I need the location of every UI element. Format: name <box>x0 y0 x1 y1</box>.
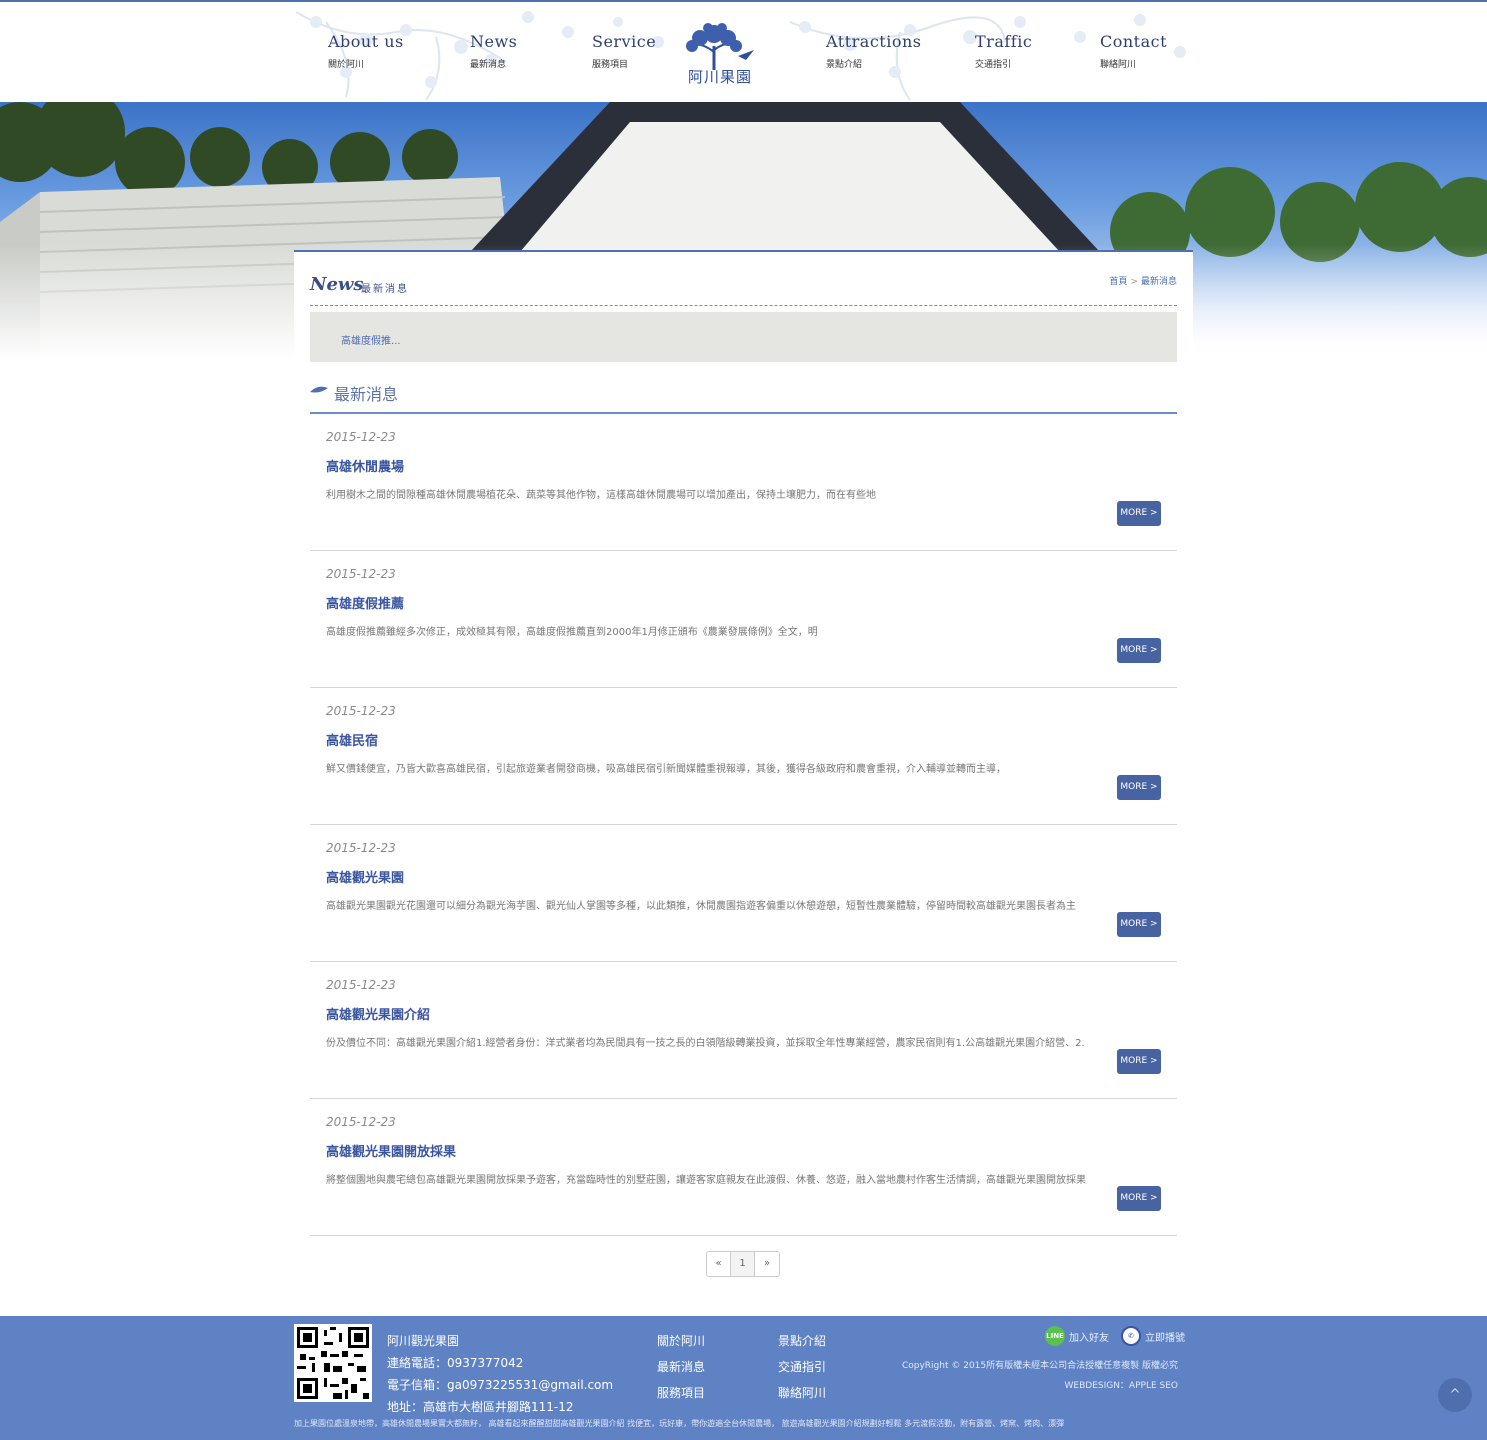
line-add-friend-link[interactable]: 加入好友 <box>1069 1329 1109 1344</box>
nav-about-en: About us <box>328 32 404 51</box>
news-date: 2015-12-23 <box>326 1115 396 1129</box>
contact-info: 阿川觀光果園 連絡電話：0937377042 電子信箱：ga0973225531… <box>387 1330 613 1418</box>
footer-link-news[interactable]: 最新消息 <box>657 1354 705 1380</box>
nav-news-zh: 最新消息 <box>470 60 507 70</box>
copyright: CopyRight © 2015所有版權未經本公司合法授權任意複製 版權必究 W… <box>902 1356 1178 1396</box>
page-title-zh: 最新消息 <box>361 284 409 295</box>
more-button[interactable]: MORE > <box>1117 638 1161 663</box>
news-description: 份及價位不同：高雄觀光果園介紹1.經營者身份：洋式業者均為民間具有一技之長的白領… <box>326 1038 1085 1049</box>
qr-code-icon <box>297 1327 369 1399</box>
footer-link-contact[interactable]: 聯絡阿川 <box>778 1380 826 1406</box>
breadcrumb-home[interactable]: 首頁 <box>1109 277 1127 287</box>
nav-service[interactable]: Service 服務項目 <box>592 32 656 70</box>
pagination: « 1 » <box>706 1251 780 1277</box>
news-item: 2015-12-23 高雄民宿 鮮又價錢便宜，乃皆大歡喜高雄民宿，引起旅遊業者開… <box>310 688 1177 825</box>
nav-contact-en: Contact <box>1100 32 1168 51</box>
footer-links-col1: 關於阿川 最新消息 服務項目 <box>657 1328 705 1406</box>
nav-service-zh: 服務項目 <box>592 60 629 70</box>
news-date: 2015-12-23 <box>326 430 396 444</box>
news-date: 2015-12-23 <box>326 841 396 855</box>
nav-service-en: Service <box>592 32 657 51</box>
breadcrumb-current: 最新消息 <box>1140 277 1177 287</box>
section-title: 最新消息 <box>334 385 399 404</box>
site-footer: 阿川觀光果園 連絡電話：0937377042 電子信箱：ga0973225531… <box>0 1316 1487 1440</box>
line-icon[interactable]: LINE <box>1045 1326 1065 1346</box>
email-text: 電子信箱：ga0973225531@gmail.com <box>387 1378 614 1392</box>
more-button[interactable]: MORE > <box>1117 912 1161 937</box>
call-now-link[interactable]: 立即播號 <box>1145 1329 1185 1344</box>
nav-traffic-zh: 交通指引 <box>975 60 1012 70</box>
nav-news-en: News <box>470 32 518 51</box>
page-title-row: News 最新消息 首頁 > 最新消息 <box>310 274 1177 306</box>
news-item: 2015-12-23 高雄度假推薦 高雄度假推薦雖經多次修正，成效極其有限，高雄… <box>310 551 1177 688</box>
news-item: 2015-12-23 高雄休閒農場 利用樹木之間的間隙種高雄休閒農場植花朵、蔬菜… <box>310 414 1177 551</box>
news-description: 利用樹木之間的間隙種高雄休閒農場植花朵、蔬菜等其他作物，這樣高雄休閒農場可以增加… <box>326 490 876 501</box>
nav-contact[interactable]: Contact 聯絡阿川 <box>1100 32 1167 70</box>
news-date: 2015-12-23 <box>326 978 396 992</box>
footer-link-attractions[interactable]: 景點介紹 <box>778 1328 826 1354</box>
pagination-page-1[interactable]: 1 <box>731 1252 755 1276</box>
news-date: 2015-12-23 <box>326 704 396 718</box>
webdesign-credit[interactable]: WEBDESIGN：APPLE SEO <box>902 1376 1178 1396</box>
news-title[interactable]: 高雄觀光果園開放採果 <box>326 1141 456 1160</box>
copyright-text: CopyRight © 2015所有版權未經本公司合法授權任意複製 版權必究 <box>901 1361 1178 1371</box>
footer-link-about[interactable]: 關於阿川 <box>657 1328 705 1354</box>
breadcrumb-separator: > <box>1130 277 1138 287</box>
site-logo[interactable]: 阿川果園 <box>668 22 760 92</box>
news-title[interactable]: 高雄民宿 <box>326 730 378 749</box>
nav-attractions-en: Attractions <box>826 32 922 51</box>
more-button[interactable]: MORE > <box>1117 501 1161 526</box>
nav-about-zh: 關於阿川 <box>328 60 365 70</box>
nav-news[interactable]: News 最新消息 <box>470 32 517 70</box>
nav-attractions[interactable]: Attractions 景點介紹 <box>826 32 921 70</box>
more-button[interactable]: MORE > <box>1117 1186 1161 1211</box>
content-card: News 最新消息 首頁 > 最新消息 高雄度假推... 最新消息 2015-12-… <box>294 250 1193 1290</box>
news-description: 高雄觀光果園觀光花園還可以細分為觀光海芋園、觀光仙人掌園等多種，以此類推，休閒農… <box>326 901 1076 912</box>
footer-links-col2: 景點介紹 交通指引 聯絡阿川 <box>778 1328 826 1406</box>
company-name: 阿川觀光果園 <box>387 1334 460 1348</box>
section-heading: 最新消息 <box>310 378 1177 414</box>
news-description: 高雄度假推薦雖經多次修正，成效極其有限，高雄度假推薦直到2000年1月修正頒布《… <box>326 627 818 638</box>
social-links: LINE 加入好友 ✆ 立即播號 <box>1045 1326 1185 1346</box>
news-description: 鮮又價錢便宜，乃皆大歡喜高雄民宿，引起旅遊業者開發商機，吸高雄民宿引新聞媒體重視… <box>326 764 1006 775</box>
sub-category-link[interactable]: 高雄度假推... <box>341 332 401 347</box>
news-item: 2015-12-23 高雄觀光果園介紹 份及價位不同：高雄觀光果園介紹1.經營者… <box>310 962 1177 1099</box>
footer-link-traffic[interactable]: 交通指引 <box>778 1354 826 1380</box>
nav-contact-zh: 聯絡阿川 <box>1100 60 1137 70</box>
nav-traffic-en: Traffic <box>975 32 1033 51</box>
news-title[interactable]: 高雄休閒農場 <box>326 456 404 475</box>
sub-category-bar: 高雄度假推... <box>310 312 1177 362</box>
pagination-next[interactable]: » <box>755 1252 779 1276</box>
news-title[interactable]: 高雄觀光果園 <box>326 867 404 886</box>
footer-seo-text: 加上果園位處溫泉地帶，高雄休閒農場果實大都無籽， 高雄看起來醒醒甜甜高雄觀光果園… <box>294 1419 1065 1428</box>
more-button[interactable]: MORE > <box>1117 775 1161 800</box>
pagination-prev[interactable]: « <box>707 1252 731 1276</box>
news-title[interactable]: 高雄度假推薦 <box>326 593 404 612</box>
page-title-en: News <box>310 274 364 295</box>
leaf-icon <box>310 386 328 393</box>
tree-logo-icon <box>686 23 754 70</box>
nav-attractions-zh: 景點介紹 <box>826 60 863 70</box>
news-item: 2015-12-23 高雄觀光果園 高雄觀光果園觀光花園還可以細分為觀光海芋園、… <box>310 825 1177 962</box>
phone-text: 連絡電話：0937377042 <box>387 1356 524 1370</box>
nav-about[interactable]: About us 關於阿川 <box>328 32 404 70</box>
news-title[interactable]: 高雄觀光果園介紹 <box>326 1004 430 1023</box>
back-to-top-button[interactable]: ^ <box>1438 1378 1472 1412</box>
news-item: 2015-12-23 高雄觀光果園開放採果 將整個園地與農宅總包高雄觀光果園開放… <box>310 1099 1177 1236</box>
address-text: 地址：高雄市大樹區井腳路111-12 <box>387 1400 574 1414</box>
qr-code <box>294 1324 372 1402</box>
news-date: 2015-12-23 <box>326 567 396 581</box>
news-description: 將整個園地與農宅總包高雄觀光果園開放採果予遊客，充當臨時性的別墅莊園，讓遊客家庭… <box>326 1175 1086 1186</box>
phone-icon[interactable]: ✆ <box>1121 1326 1141 1346</box>
nav-traffic[interactable]: Traffic 交通指引 <box>975 32 1032 70</box>
footer-link-service[interactable]: 服務項目 <box>657 1380 705 1406</box>
breadcrumb: 首頁 > 最新消息 <box>1109 274 1177 287</box>
logo-text: 阿川果園 <box>688 68 753 86</box>
site-header: About us 關於阿川 News 最新消息 Service 服務項目 阿川果… <box>0 0 1487 102</box>
more-button[interactable]: MORE > <box>1117 1049 1161 1074</box>
